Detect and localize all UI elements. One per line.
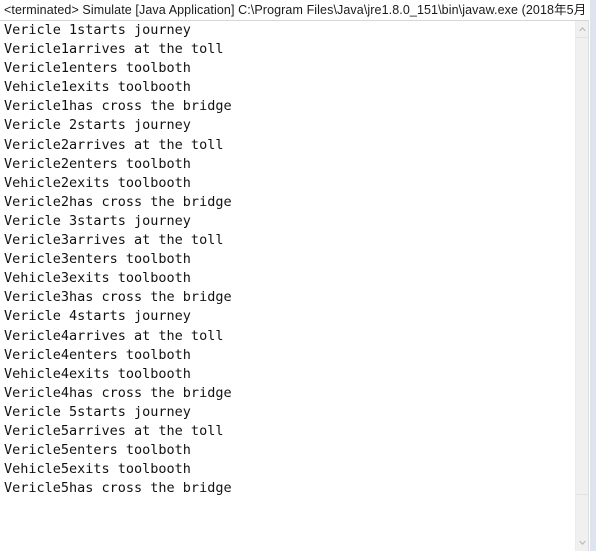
console-line: Vericle 4starts journey [4, 308, 191, 325]
console-vertical-scrollbar[interactable] [575, 21, 589, 551]
console-line: Vericle1enters toolboth [4, 60, 191, 77]
console-line: Vericle5enters toolboth [4, 442, 191, 459]
console-output-area[interactable]: Vericle 1starts journey Vericle1arrives a… [0, 21, 575, 551]
pane-right-strip [589, 0, 596, 551]
console-line: Vericle 3starts journey [4, 212, 191, 229]
console-line: Vericle1arrives at the toll [4, 41, 224, 58]
console-line-list: Vericle 1starts journey Vericle1arrives a… [4, 21, 232, 498]
console-launch-title: <terminated> Simulate [Java Application]… [4, 3, 587, 17]
console-line: Vericle5has cross the bridge [4, 480, 232, 497]
console-line: Vericle2enters toolboth [4, 155, 191, 172]
console-line: Vericle4has cross the bridge [4, 384, 232, 401]
console-line: Vericle2has cross the bridge [4, 193, 232, 210]
console-line: Vericle3arrives at the toll [4, 232, 224, 249]
console-line: Vericle 5starts journey [4, 403, 191, 420]
chevron-up-icon [578, 26, 587, 32]
pane-right-strip-inner [589, 0, 590, 551]
console-line: Vericle1has cross the bridge [4, 98, 232, 115]
console-line: Vehicle4exits toolbooth [4, 365, 191, 382]
console-line: Vericle 1starts journey [4, 22, 191, 38]
console-line: Vericle3has cross the bridge [4, 289, 232, 306]
console-line: Vericle 2starts journey [4, 117, 191, 134]
console-line: Vericle3enters toolboth [4, 251, 191, 268]
console-line: Vehicle5exits toolbooth [4, 461, 191, 478]
console-line: Vericle4arrives at the toll [4, 327, 224, 344]
console-line: Vehicle1exits toolbooth [4, 79, 191, 96]
console-line: Vericle2arrives at the toll [4, 136, 224, 153]
chevron-down-icon [578, 540, 587, 546]
console-line: Vehicle2exits toolbooth [4, 174, 191, 191]
console-line: Vericle4enters toolboth [4, 346, 191, 363]
console-line: Vericle5arrives at the toll [4, 422, 224, 439]
console-view: <terminated> Simulate [Java Application]… [0, 0, 596, 551]
console-header: <terminated> Simulate [Java Application]… [0, 0, 596, 21]
console-line: Vehicle3exits toolbooth [4, 270, 191, 287]
